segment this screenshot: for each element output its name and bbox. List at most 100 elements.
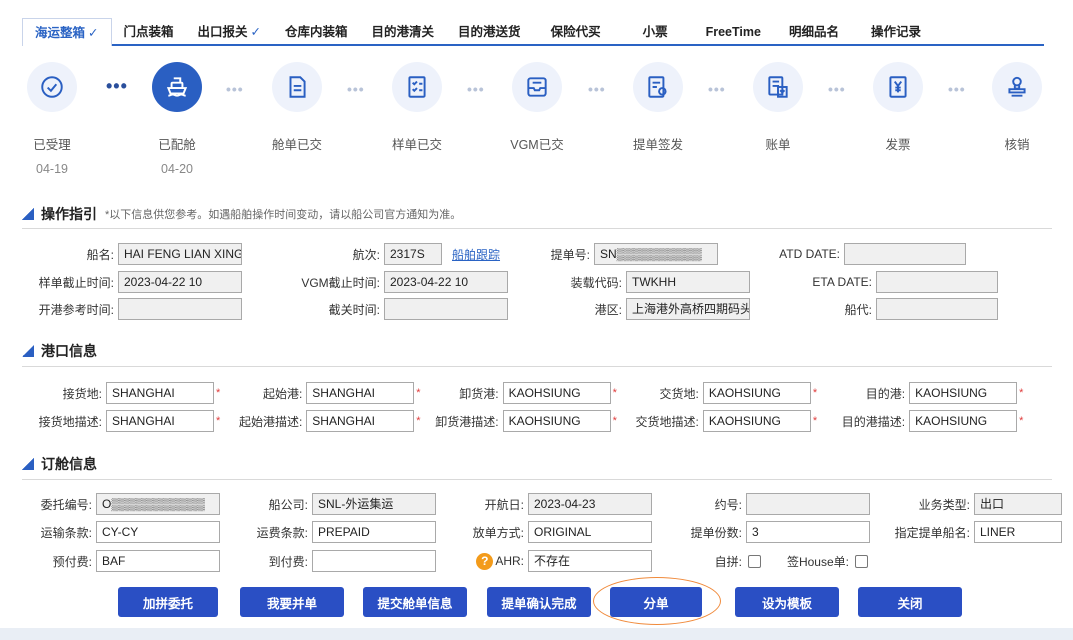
house-bl-checkbox[interactable] [855,554,868,568]
carrier-field[interactable]: SNL-外运集运 [312,493,436,515]
transport-term-field[interactable]: CY-CY [96,521,220,543]
tab-dest-clearance[interactable]: 目的港清关 [360,18,447,46]
tab-label: 目的港送货 [458,25,521,39]
bl-confirm-button[interactable]: 提单确认完成 [487,587,591,617]
tab-label: 操作记录 [870,25,921,39]
invoice-icon [753,62,803,112]
bl-vessel-label: 指定提单船名: [894,525,970,540]
tab-bar: 海运整箱 ✓ 门点装箱 出口报关 ✓ 仓库内装箱 目的港清关 目的港送货 保险代买 … [22,18,1044,46]
step-date: 04-19 [36,162,68,176]
section-title: 港口信息 [41,343,97,359]
voyage-field[interactable]: 2317S [384,243,442,265]
tab-label: 仓库内装箱 [285,25,348,39]
step-label: 发票 [885,138,911,152]
divider [22,366,1052,367]
step-label: 账单 [765,138,791,152]
business-type-label: 业务类型: [918,497,970,512]
ahr-field[interactable]: 不存在 [528,550,652,572]
step-connector: ••• [948,81,966,97]
submit-manifest-button[interactable]: 提交舱单信息 [363,587,467,617]
atd-field[interactable] [844,243,967,265]
self-consol-checkbox[interactable] [748,554,761,568]
section-title: 操作指引 [41,206,97,222]
vessel-field[interactable]: HAI FENG LIAN XING [118,243,242,265]
receipt-desc-field[interactable]: SHANGHAI [106,410,214,432]
entrust-no-label: 委托编号: [40,497,92,512]
tab-label: 海运整箱 [35,26,86,40]
vgm-cutoff-field[interactable]: 2023-04-22 10 [384,271,508,293]
delivery-desc-field[interactable]: KAOHSIUNG [702,410,811,432]
destination-label: 目的港: [865,386,906,401]
close-button[interactable]: 关闭 [858,587,962,617]
ship-icon [152,62,202,112]
pod-label: 卸货港: [459,386,499,401]
taskbar [0,628,1073,640]
tab-door-loading[interactable]: 门点装箱 [112,18,186,46]
loading-code-label: 装载代码: [570,275,622,290]
step-bl-issued: 提单签发 [613,62,703,153]
step-connector: ••• [828,81,846,97]
terminal-field[interactable]: 上海港外高桥四期码头 [626,298,750,320]
checklist-icon [392,62,442,112]
entrust-no-field[interactable]: O▒▒▒▒▒▒▒▒▒▒▒ [96,493,220,515]
pod-desc-field[interactable]: KAOHSIUNG [502,410,611,432]
inbox-icon [512,62,562,112]
check-icon: ✓ [250,25,262,39]
bl-copies-field[interactable]: 3 [746,521,870,543]
tab-item-names[interactable]: 明细品名 [775,18,853,46]
pol-desc-field[interactable]: SHANGHAI [306,410,415,432]
contract-no-field[interactable] [746,493,870,515]
section-marker-icon [22,345,34,357]
add-consol-button[interactable]: 加拼委托 [118,587,218,617]
freight-term-field[interactable]: PREPAID [312,521,436,543]
section-marker-icon [22,458,34,470]
contract-no-label: 约号: [714,497,742,512]
booking-row-3: 预付费: BAF 到付费: ? AHR: 不存在 自拼: 签House单: [22,550,868,572]
section-note: *以下信息供您参考。如遇船舶操作时间变动，请以船公司官方通知为准。 [105,209,462,221]
tab-label: FreeTime [705,25,761,39]
section-marker-icon [22,208,34,220]
dest-desc-field[interactable]: KAOHSIUNG [909,410,1018,432]
tab-label: 保险代买 [550,25,601,39]
pod-field[interactable]: KAOHSIUNG [502,382,611,404]
tab-export-customs[interactable]: 出口报关 ✓ [186,18,274,46]
vessel-tracking-link[interactable]: 船舶跟踪 [452,246,500,263]
eta-label: ETA DATE: [812,275,872,289]
collect-field[interactable] [312,550,436,572]
eta-field[interactable] [876,271,998,293]
divider [22,479,1052,480]
step-date: 04-20 [161,162,193,176]
set-template-button[interactable]: 设为模板 [735,587,839,617]
prepaid-field[interactable]: BAF [96,550,220,572]
tab-dest-delivery[interactable]: 目的港送货 [446,18,533,46]
step-label: VGM已交 [510,138,564,152]
step-connector: ••• [106,76,128,96]
merge-bl-button[interactable]: 我要并单 [240,587,344,617]
pol-field[interactable]: SHANGHAI [306,382,415,404]
section-port-info: 港口信息 [22,340,1052,362]
bl-no-field[interactable]: SN▒▒▒▒▒▒▒▒▒▒ [594,243,719,265]
tab-freetime[interactable]: FreeTime [692,18,775,46]
help-icon[interactable]: ? [476,552,494,570]
tab-sea-fcl[interactable]: 海运整箱 ✓ [22,18,112,46]
tab-operation-log[interactable]: 操作记录 [853,18,939,46]
section-booking-info: 订舱信息 [22,453,1052,475]
si-cutoff-field[interactable]: 2023-04-22 10 [118,271,242,293]
stamp-icon [992,62,1042,112]
progress-tracker: 已受理 04-19 ••• 已配舱 04-20 ••• 舱单已交 ••• 样单已… [22,62,1062,182]
tab-receipt[interactable]: 小票 [619,18,692,46]
destination-field[interactable]: KAOHSIUNG [909,382,1018,404]
ship-agent-field[interactable] [876,298,998,320]
tab-warehouse-loading[interactable]: 仓库内装箱 [273,18,360,46]
tab-insurance[interactable]: 保险代买 [533,18,619,46]
collect-label: 到付费: [268,554,308,569]
place-of-delivery-field[interactable]: KAOHSIUNG [702,382,811,404]
loading-code-field[interactable]: TWKHH [626,271,750,293]
business-type-field[interactable]: 出口 [974,493,1062,515]
sail-date-field[interactable]: 2023-04-23 [528,493,652,515]
customs-cutoff-field[interactable] [384,298,508,320]
open-time-field[interactable] [118,298,242,320]
place-of-receipt-field[interactable]: SHANGHAI [106,382,214,404]
release-type-field[interactable]: ORIGINAL [528,521,652,543]
bl-vessel-field[interactable]: LINER [974,521,1062,543]
